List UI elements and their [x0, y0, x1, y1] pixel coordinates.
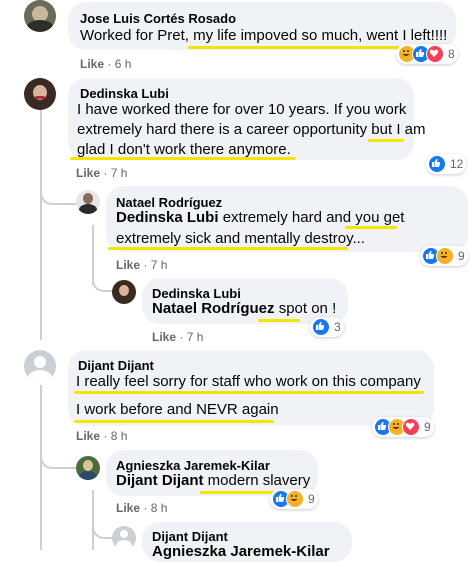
mention-link[interactable]: Agnieszka Jaremek-Kilar — [152, 543, 330, 560]
comment-time[interactable]: 6 h — [115, 57, 132, 71]
mention-link[interactable]: Dedinska Lubi — [116, 209, 219, 226]
comment-time[interactable]: 8 h — [111, 429, 128, 443]
comment-text: Agnieszka Jaremek-Kilar — [152, 541, 330, 562]
highlight-mark — [70, 157, 296, 160]
like-link[interactable]: Like — [80, 57, 104, 71]
reaction-count: 8 — [448, 47, 455, 61]
reaction-count: 9 — [308, 492, 315, 506]
love-reaction-icon — [426, 45, 444, 63]
comment-time[interactable]: 7 h — [187, 330, 204, 344]
comment-text: Natael Rodríguez spot on ! — [152, 300, 337, 317]
reaction-summary[interactable]: 9 — [420, 246, 468, 266]
avatar[interactable] — [24, 350, 56, 382]
highlight-mark — [345, 226, 397, 229]
comment-meta: Like · 7 h — [76, 166, 128, 180]
thread-connector — [92, 515, 114, 539]
thread-connector — [40, 170, 76, 205]
avatar[interactable] — [76, 190, 100, 214]
like-link[interactable]: Like — [116, 501, 140, 515]
thread-line — [40, 385, 42, 550]
love-reaction-icon — [402, 418, 420, 436]
highlight-mark — [108, 247, 348, 250]
reaction-summary[interactable]: 9 — [372, 417, 434, 437]
avatar[interactable] — [76, 456, 100, 480]
comment-meta: Like · 7 h — [116, 258, 168, 272]
reaction-summary[interactable]: 9 — [270, 489, 318, 509]
avatar[interactable] — [112, 280, 136, 304]
highlight-mark — [74, 420, 274, 423]
haha-reaction-icon — [286, 490, 304, 508]
comment-time[interactable]: 8 h — [151, 501, 168, 515]
like-link[interactable]: Like — [76, 429, 100, 443]
comment-author[interactable]: Jose Luis Cortés Rosado — [80, 11, 236, 26]
comment-time[interactable]: 7 h — [111, 166, 128, 180]
avatar[interactable] — [24, 78, 56, 110]
comment-meta: Like · 7 h — [152, 330, 204, 344]
comment-meta: Like · 6 h — [80, 57, 132, 71]
mention-link[interactable]: Natael Rodríguez — [152, 300, 275, 317]
reaction-count: 12 — [450, 157, 464, 171]
haha-reaction-icon — [436, 247, 454, 265]
reaction-summary[interactable]: 8 — [396, 44, 458, 64]
comment-text: I have worked there for over 10 years. I… — [77, 101, 407, 118]
avatar[interactable] — [112, 526, 136, 550]
like-link[interactable]: Like — [116, 258, 140, 272]
thread-connector — [40, 445, 76, 469]
comment-text: extremely hard there is a career opportu… — [77, 121, 426, 138]
comment-text: Worked for Pret, my life impoved so much… — [80, 27, 448, 44]
like-link[interactable]: Like — [76, 166, 100, 180]
thread-line — [40, 110, 42, 340]
comment-text: I work before and NEVR again — [76, 401, 279, 418]
reaction-summary[interactable]: 3 — [310, 317, 344, 337]
comment-time[interactable]: 7 h — [151, 258, 168, 272]
reaction-count: 3 — [334, 320, 341, 334]
avatar[interactable] — [24, 0, 56, 32]
reaction-count: 9 — [458, 249, 465, 263]
comment-text: Dedinska Lubi extremely hard and you get — [116, 209, 405, 226]
reaction-count: 9 — [424, 420, 431, 434]
thread-connector — [92, 265, 114, 292]
comment-meta: Like · 8 h — [116, 501, 168, 515]
like-reaction-icon — [312, 318, 330, 336]
highlight-mark — [258, 319, 300, 322]
comment-text: extremely sick and mentally destroy... — [116, 230, 365, 247]
comment-meta: Like · 8 h — [76, 429, 128, 443]
mention-link[interactable]: Dijant Dijant — [116, 472, 204, 489]
highlight-mark — [368, 139, 404, 142]
like-reaction-icon — [428, 155, 446, 173]
reaction-summary[interactable]: 12 — [426, 154, 467, 174]
like-link[interactable]: Like — [152, 330, 176, 344]
highlight-mark — [188, 46, 400, 49]
comment-text: Dijant Dijant modern slavery — [116, 472, 311, 489]
comment-text: I really feel sorry for staff who work o… — [76, 373, 421, 390]
highlight-mark — [74, 391, 424, 394]
